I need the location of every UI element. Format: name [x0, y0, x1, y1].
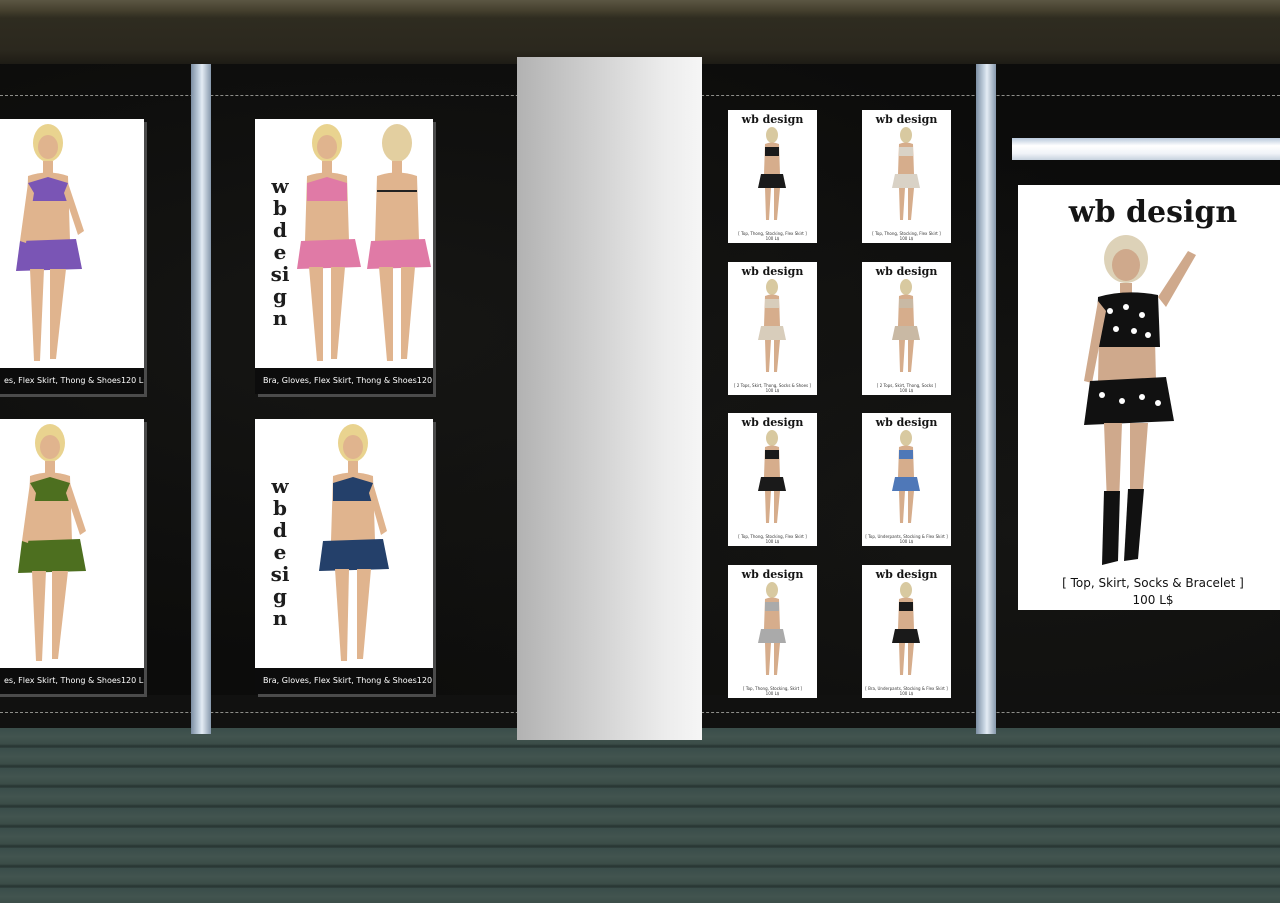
poster-caption: es, Flex Skirt, Thong & Shoes 120 L$ — [0, 368, 144, 394]
model-figure — [758, 127, 786, 220]
model-figure — [319, 424, 389, 661]
price-text: 100 L$ — [899, 539, 914, 544]
caption-text: Bra, Gloves, Flex Skirt, Thong & Shoes — [263, 376, 417, 385]
brand-logo: wb design — [875, 568, 938, 581]
center-column — [517, 57, 702, 740]
small-poster[interactable]: wb design [ Top, Underpants, Stocking & … — [862, 413, 951, 546]
small-caption: [ Top, Underpants, Stocking & Flex Skirt… — [864, 534, 949, 544]
small-poster[interactable]: wb design [ 2 Tops, Skirt, Thong, Socks … — [728, 262, 817, 395]
model-figure — [1084, 235, 1196, 565]
model-figure — [892, 430, 920, 523]
small-poster[interactable]: wb design [ Top, Thong, Stocking, Flex S… — [728, 413, 817, 546]
model-figure — [892, 582, 920, 675]
vertical-brand-logo: wb design — [270, 174, 290, 330]
small-poster[interactable]: wb design [ Top, Thong, Stocking, Flex S… — [728, 110, 817, 243]
brand-logo: wb design — [875, 265, 938, 278]
model-figure — [892, 279, 920, 372]
support-pillar — [976, 64, 996, 734]
poster-mid-bottom[interactable]: wb design Bra, Gloves, Flex Skirt, Thong… — [255, 419, 433, 694]
small-caption: [ Top, Thong, Stocking, Flex Skirt ] 100… — [730, 231, 815, 241]
poster-featured[interactable]: wb design [ Top, Skirt, Socks & Bracelet… — [1018, 185, 1280, 610]
model-figure — [16, 124, 84, 361]
price-text: 120 L$ — [416, 376, 433, 385]
model-figure — [758, 582, 786, 675]
price-text: 100 L$ — [899, 388, 914, 393]
price-text: 100 L$ — [765, 539, 780, 544]
model-figure — [18, 424, 86, 661]
store-scene: es, Flex Skirt, Thong & Shoes 120 L$ es,… — [0, 0, 1280, 903]
support-pillar — [191, 64, 211, 734]
small-caption: [ Top, Thong, Stocking, Flex Skirt ] 100… — [730, 534, 815, 544]
brand-logo: wb design — [875, 416, 938, 429]
small-caption: [ 2 Tops, Skirt, Thong, Socks & Shoes ] … — [730, 383, 815, 393]
poster-left-top[interactable]: es, Flex Skirt, Thong & Shoes 120 L$ — [0, 119, 144, 394]
caption-text: Bra, Gloves, Flex Skirt, Thong & Shoes — [263, 676, 417, 685]
featured-caption: [ Top, Skirt, Socks & Bracelet ] — [1062, 576, 1244, 590]
small-caption: [ Top, Thong, Stocking, Flex Skirt ] 100… — [864, 231, 949, 241]
poster-caption: Bra, Gloves, Flex Skirt, Thong & Shoes 1… — [255, 368, 433, 394]
price-text: 100 L$ — [765, 236, 780, 241]
wood-floor — [0, 728, 1280, 903]
small-caption: [ Top, Thong, Stocking, Skirt ] 100 L$ — [730, 686, 815, 696]
featured-price: 100 L$ — [1132, 593, 1174, 607]
price-text: 100 L$ — [899, 236, 914, 241]
price-text: 100 L$ — [899, 691, 914, 696]
brand-logo: wb design — [741, 113, 804, 126]
poster-caption: Bra, Gloves, Flex Skirt, Thong & Shoes 1… — [255, 668, 433, 694]
caption-text: es, Flex Skirt, Thong & Shoes — [4, 376, 121, 385]
brand-logo: wb design — [741, 416, 804, 429]
small-poster[interactable]: wb design [ Top, Thong, Stocking, Skirt … — [728, 565, 817, 698]
vertical-brand-logo: wb design — [270, 474, 290, 630]
brand-logo: wb design — [1068, 195, 1238, 230]
model-figure — [758, 279, 786, 372]
price-text: 120 L$ — [120, 376, 144, 385]
small-poster[interactable]: wb design [ Top, Thong, Stocking, Flex S… — [862, 110, 951, 243]
small-poster[interactable]: wb design [ 2 Tops, Skirt, Thong, Socks … — [862, 262, 951, 395]
poster-mid-top[interactable]: wb design Bra, Gloves, Flex Skirt, Thong… — [255, 119, 433, 394]
small-caption: [ 2 Tops, Skirt, Thong, Socks ] 100 L$ — [864, 383, 949, 393]
price-text: 120 L$ — [416, 676, 433, 685]
small-poster[interactable]: wb design [ Bra, Underpants, Stocking & … — [862, 565, 951, 698]
model-figure-pair — [297, 124, 431, 361]
price-text: 100 L$ — [765, 691, 780, 696]
small-caption: [ Bra, Underpants, Stocking & Flex Skirt… — [864, 686, 949, 696]
price-text: 100 L$ — [765, 388, 780, 393]
poster-left-bottom[interactable]: es, Flex Skirt, Thong & Shoes 120 L$ — [0, 419, 144, 694]
brand-logo: wb design — [741, 568, 804, 581]
display-rail — [1012, 138, 1280, 160]
price-text: 120 L$ — [120, 676, 144, 685]
model-figure — [892, 127, 920, 220]
brand-logo: wb design — [741, 265, 804, 278]
poster-caption: es, Flex Skirt, Thong & Shoes 120 L$ — [0, 668, 144, 694]
caption-text: es, Flex Skirt, Thong & Shoes — [4, 676, 121, 685]
brand-logo: wb design — [875, 113, 938, 126]
model-figure — [758, 430, 786, 523]
